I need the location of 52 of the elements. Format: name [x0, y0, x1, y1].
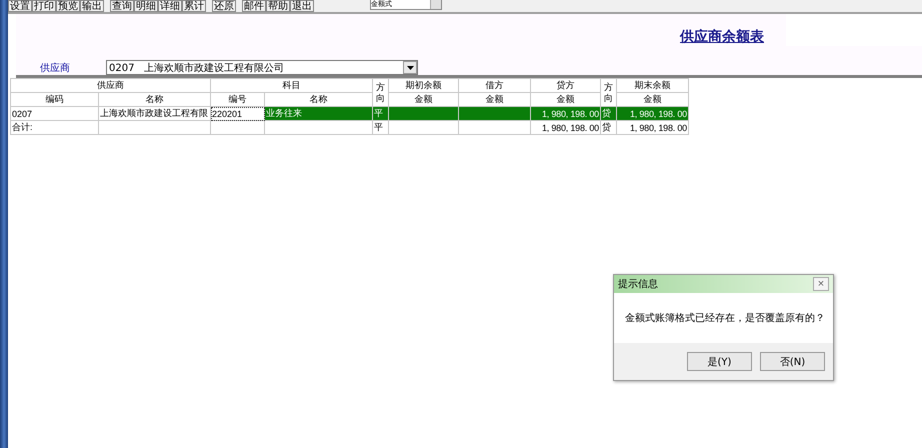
- table-cell: 上海欢顺市政建设工程有限: [98, 106, 210, 120]
- table-cell: 0207: [10, 106, 98, 120]
- toolbar-button[interactable]: 打印: [32, 0, 56, 12]
- column-header: 贷方: [530, 78, 600, 92]
- dialog-message: 金额式账簿格式已经存在，是否覆盖原有的？: [625, 312, 825, 325]
- column-header: 金额: [530, 92, 600, 106]
- table-cell: 1, 980, 198. 00: [530, 120, 600, 134]
- toolbar-button[interactable]: 设置: [8, 0, 32, 12]
- dialog-title: 提示信息: [618, 278, 658, 291]
- column-header: 编号: [210, 92, 264, 106]
- column-header: 期初余额: [388, 78, 458, 92]
- table-cell: 1, 980, 198. 00: [530, 106, 600, 120]
- column-header: 名称: [264, 92, 372, 106]
- table-cell: 平: [372, 120, 388, 134]
- close-button[interactable]: ×: [813, 277, 829, 291]
- toolbar-button[interactable]: 邮件: [242, 0, 266, 12]
- table-cell: [458, 106, 530, 120]
- table-cell: 1, 980, 198. 00: [616, 106, 688, 120]
- column-header: 金额: [388, 92, 458, 106]
- column-header: 金额: [616, 92, 688, 106]
- column-header: 金额: [458, 92, 530, 106]
- column-header: 名称: [98, 92, 210, 106]
- table-cell: 220201: [210, 106, 264, 120]
- column-header: 供应商: [10, 78, 210, 92]
- toolbar-button[interactable]: 累计: [182, 0, 206, 12]
- column-header: 方向: [372, 78, 388, 106]
- table-cell: [210, 120, 264, 134]
- supplier-label: 供应商: [40, 62, 71, 74]
- toolbar-button[interactable]: 输出: [80, 0, 104, 12]
- table-cell: 1, 980, 198. 00: [616, 120, 688, 134]
- column-header: 借方: [458, 78, 530, 92]
- toolbar-button[interactable]: 预览: [56, 0, 80, 12]
- dialog-button[interactable]: 否(N): [760, 352, 825, 371]
- table-cell: 业务往来: [264, 106, 372, 120]
- toolbar-button[interactable]: 查询: [110, 0, 134, 12]
- toolbar-button[interactable]: 退出: [290, 0, 314, 12]
- column-header: 方向: [600, 78, 616, 106]
- toolbar-button[interactable]: 详细: [158, 0, 182, 12]
- column-header: 科目: [210, 78, 372, 92]
- table-cell: [388, 120, 458, 134]
- table-cell: [458, 120, 530, 134]
- dialog-button[interactable]: 是(Y): [687, 352, 752, 371]
- table-cell: 贷: [600, 120, 616, 134]
- supplier-combo[interactable]: 0207 上海欢顺市政建设工程有限公司: [106, 60, 418, 75]
- toolbar-button[interactable]: 还原: [212, 0, 236, 12]
- column-header: 编码: [10, 92, 98, 106]
- toolbar-button[interactable]: 帮助: [266, 0, 290, 12]
- table-cell: 合计:: [10, 120, 98, 134]
- report-title: 供应商余额表: [680, 28, 764, 46]
- toolbar-button[interactable]: 明细: [134, 0, 158, 12]
- column-header: 期末余额: [616, 78, 688, 92]
- table-cell: [388, 106, 458, 120]
